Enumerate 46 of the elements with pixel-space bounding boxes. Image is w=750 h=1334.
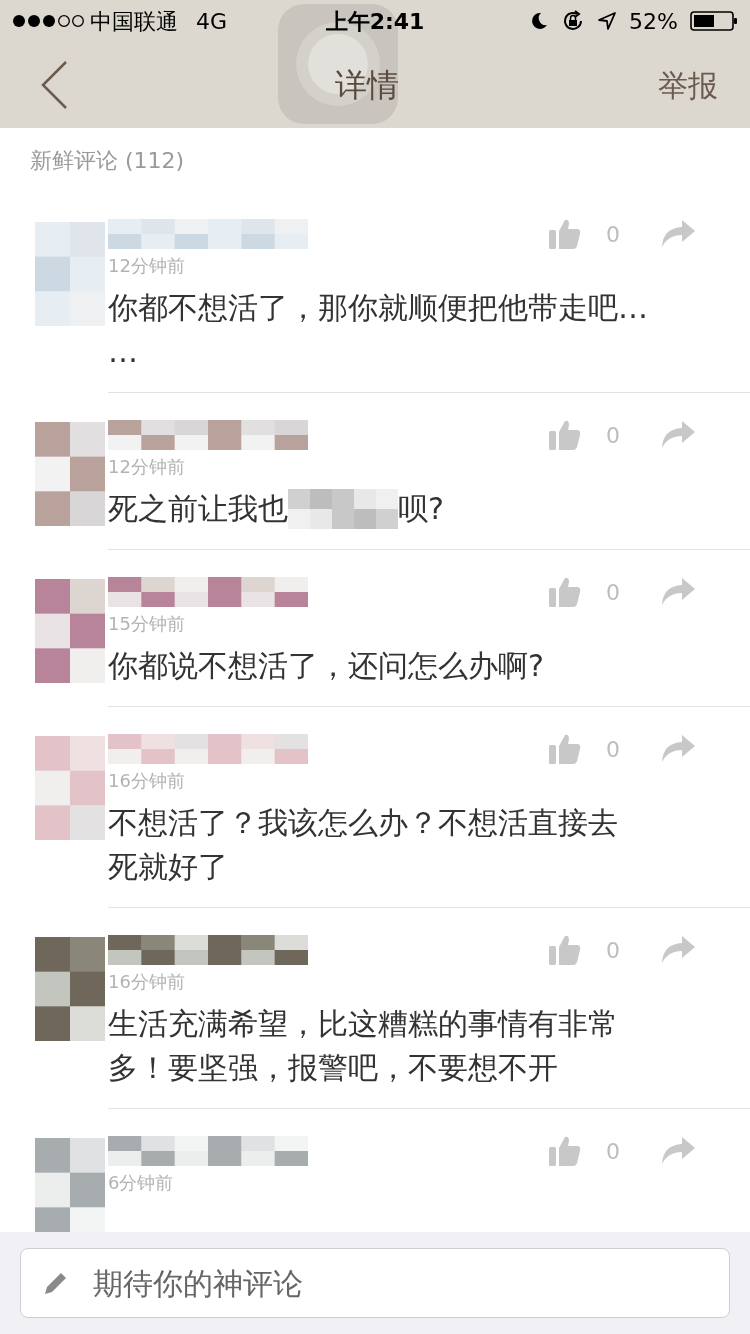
comment-text: 死之前让我也 — [108, 490, 288, 528]
comment-time: 12分钟前 — [108, 455, 186, 479]
comment-time: 16分钟前 — [108, 769, 186, 793]
report-button[interactable]: 举报 — [658, 62, 718, 108]
section-title: 新鲜评论 (112) — [29, 146, 186, 175]
thumbs-up-icon — [548, 1135, 582, 1167]
comment-text: 你都说不想活了，还问怎么办啊? — [108, 647, 544, 685]
page-title: 详情 — [335, 65, 399, 106]
comment-text: … — [108, 333, 138, 371]
network-type: 4G — [196, 7, 228, 36]
share-icon — [660, 1136, 696, 1166]
comment-time: 15分钟前 — [108, 612, 186, 636]
share-icon — [660, 219, 696, 249]
back-icon — [40, 60, 68, 110]
comment-time: 6分钟前 — [108, 1171, 175, 1195]
like-count: 0 — [605, 220, 621, 249]
like-count: 0 — [605, 421, 621, 450]
status-time: 上午2:41 — [325, 7, 425, 36]
battery-icon — [690, 10, 738, 32]
comment-text: 你都不想活了，那你就顺便把他带走吧… — [108, 289, 648, 327]
share-icon — [660, 734, 696, 764]
comment-time: 12分钟前 — [108, 254, 186, 278]
thumbs-up-icon — [548, 733, 582, 765]
signal-icon — [12, 14, 84, 28]
carrier-name: 中国联通 — [90, 7, 178, 36]
comment-text: 不想活了？我该怎么办？不想活直接去 — [108, 804, 618, 842]
share-icon — [660, 935, 696, 965]
like-count: 0 — [605, 936, 621, 965]
moon-icon — [529, 11, 550, 31]
thumbs-up-icon — [548, 576, 582, 608]
share-icon — [660, 420, 696, 450]
battery-percent: 52% — [629, 7, 678, 36]
comment-text: 生活充满希望，比这糟糕的事情有非常 — [108, 1005, 618, 1043]
comment-input[interactable]: 期待你的神评论 — [20, 1248, 730, 1318]
thumbs-up-icon — [548, 419, 582, 451]
comment-text: 死就好了 — [108, 848, 228, 886]
thumbs-up-icon — [548, 934, 582, 966]
like-count: 0 — [605, 1137, 621, 1166]
share-icon — [660, 577, 696, 607]
like-count: 0 — [605, 578, 621, 607]
like-count: 0 — [605, 735, 621, 764]
comment-text: 呗? — [398, 490, 444, 528]
comment-text: 多！要坚强，报警吧，不要想不开 — [108, 1049, 558, 1087]
comment-time: 16分钟前 — [108, 970, 186, 994]
thumbs-up-icon — [548, 218, 582, 250]
location-icon — [597, 11, 618, 31]
